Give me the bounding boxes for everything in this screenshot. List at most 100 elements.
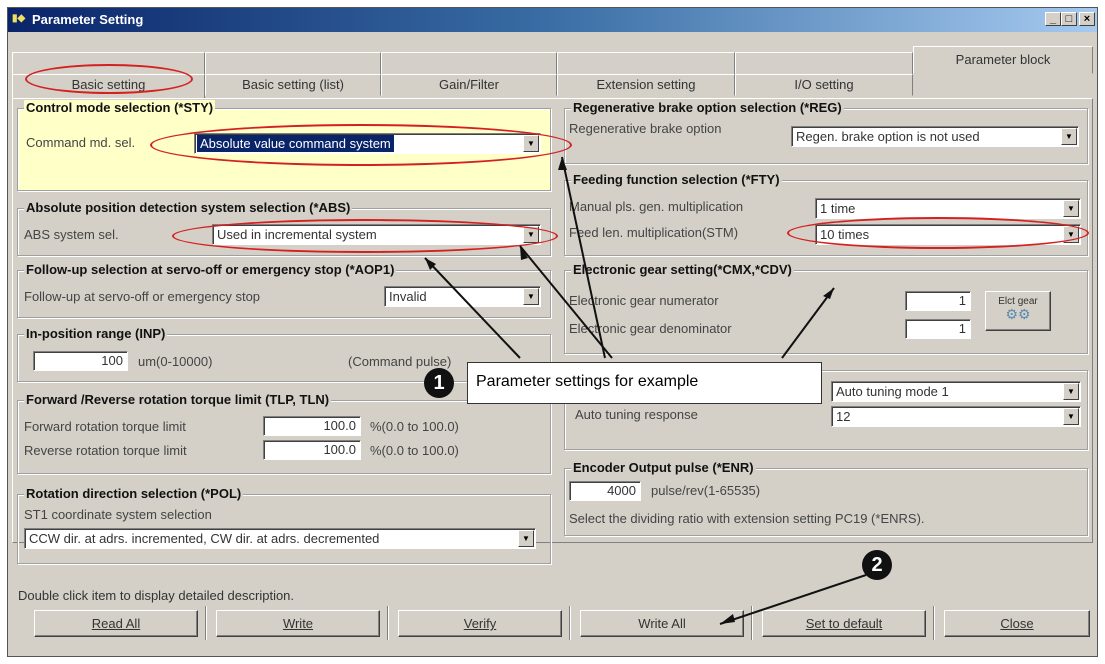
tab-parameter-block[interactable]: Parameter block	[913, 46, 1093, 74]
gear-numerator-input[interactable]: 1	[905, 291, 971, 311]
regen-value: Regen. brake option is not used	[796, 129, 980, 144]
electronic-gear-group: Electronic gear setting(*CMX,*CDV) Elect…	[564, 262, 1088, 354]
tab-io-setting[interactable]: I/O setting	[735, 74, 913, 96]
chevron-down-icon[interactable]: ▼	[523, 288, 539, 305]
gear-denominator-input[interactable]: 1	[905, 319, 971, 339]
feeding-function-group: Feeding function selection (*FTY) Manual…	[564, 172, 1088, 256]
followup-value: Invalid	[389, 289, 427, 304]
followup-label: Follow-up at servo-off or emergency stop	[24, 289, 261, 304]
set-to-default-button[interactable]: Set to default	[762, 610, 926, 637]
abs-label: ABS system sel.	[24, 227, 119, 242]
forward-torque-input[interactable]: 100.0	[263, 416, 361, 436]
group-title: Control mode selection (*STY)	[24, 100, 216, 115]
footer-separator	[933, 606, 935, 640]
verify-button[interactable]: Verify	[398, 610, 562, 637]
tab-basic-setting[interactable]: Basic setting	[12, 74, 205, 99]
auto-tuning-mode-select[interactable]: Auto tuning mode 1 ▼	[831, 381, 1081, 402]
minimize-button[interactable]: _	[1045, 12, 1061, 26]
gear-numerator-label: Electronic gear numerator	[569, 293, 719, 308]
reverse-torque-input[interactable]: 100.0	[263, 440, 361, 460]
rotation-label: ST1 coordinate system selection	[24, 507, 212, 522]
tab-extension-setting[interactable]: Extension setting	[557, 74, 735, 96]
command-mode-value: Absolute value command system	[197, 135, 394, 152]
group-title: Forward /Reverse rotation torque limit (…	[24, 392, 332, 407]
auto-tuning-mode-value: Auto tuning mode 1	[836, 384, 949, 399]
rotation-direction-group: Rotation direction selection (*POL) ST1 …	[17, 486, 551, 564]
group-title: In-position range (INP)	[24, 326, 168, 341]
read-all-button[interactable]: Read All	[34, 610, 198, 637]
marker-1: 1	[424, 368, 454, 398]
group-title: Feeding function selection (*FTY)	[571, 172, 782, 187]
chevron-down-icon[interactable]: ▼	[523, 226, 539, 243]
tab-basic-setting-list[interactable]: Basic setting (list)	[205, 74, 381, 96]
maximize-button[interactable]: □	[1061, 12, 1077, 26]
write-all-button[interactable]: Write All	[580, 610, 744, 637]
tab-row-upper-5[interactable]	[735, 52, 913, 76]
close-button[interactable]: Close	[944, 610, 1090, 637]
title-bar[interactable]: ▮◆ Parameter Setting _ □ ×	[8, 8, 1097, 32]
control-mode-group: Control mode selection (*STY) Command md…	[17, 100, 551, 191]
chevron-down-icon[interactable]: ▼	[1063, 408, 1079, 425]
reverse-torque-unit: %(0.0 to 100.0)	[370, 443, 459, 458]
command-mode-select[interactable]: Absolute value command system ▼	[194, 133, 541, 154]
footer-separator	[751, 606, 753, 640]
regen-select[interactable]: Regen. brake option is not used ▼	[791, 126, 1079, 147]
encoder-output-group: Encoder Output pulse (*ENR) 4000 pulse/r…	[564, 460, 1088, 536]
followup-select[interactable]: Invalid ▼	[384, 286, 541, 307]
chevron-down-icon[interactable]: ▼	[1063, 200, 1079, 217]
auto-tuning-response-select[interactable]: 12 ▼	[831, 406, 1081, 427]
chevron-down-icon[interactable]: ▼	[518, 530, 534, 547]
footer-separator	[569, 606, 571, 640]
inposition-unit: um(0-10000)	[138, 354, 213, 369]
tab-row-upper-1[interactable]	[12, 52, 205, 76]
group-title: Regenerative brake option selection (*RE…	[571, 100, 844, 115]
encoder-pulse-input[interactable]: 4000	[569, 481, 641, 501]
regen-brake-group: Regenerative brake option selection (*RE…	[564, 100, 1088, 164]
write-button[interactable]: Write	[216, 610, 380, 637]
manual-multiplication-select[interactable]: 1 time ▼	[815, 198, 1081, 219]
gear-icon: ⚙⚙	[1005, 306, 1031, 322]
footer-separator	[387, 606, 389, 640]
abs-select[interactable]: Used in incremental system ▼	[212, 224, 541, 245]
chevron-down-icon[interactable]: ▼	[523, 135, 539, 152]
app-icon: ▮◆	[12, 13, 26, 24]
feed-multiplication-label: Feed len. multiplication(STM)	[569, 225, 739, 240]
regen-label: Regenerative brake option	[569, 121, 722, 136]
tab-row-upper-4[interactable]	[557, 52, 735, 76]
footer-separator	[205, 606, 207, 640]
abs-value: Used in incremental system	[217, 227, 377, 242]
forward-torque-label: Forward rotation torque limit	[24, 419, 186, 434]
chevron-down-icon[interactable]: ▼	[1063, 383, 1079, 400]
group-title: Electronic gear setting(*CMX,*CDV)	[571, 262, 794, 277]
tab-gain-filter[interactable]: Gain/Filter	[381, 74, 557, 96]
feed-multiplication-value: 10 times	[820, 227, 870, 242]
inposition-input[interactable]: 100	[33, 351, 128, 371]
group-title: Encoder Output pulse (*ENR)	[571, 460, 756, 475]
chevron-down-icon[interactable]: ▼	[1061, 128, 1077, 145]
command-mode-label: Command md. sel.	[26, 135, 136, 150]
abs-group: Absolute position detection system selec…	[17, 200, 551, 256]
torque-limit-group: Forward /Reverse rotation torque limit (…	[17, 392, 551, 474]
close-window-button[interactable]: ×	[1079, 12, 1095, 26]
rotation-select[interactable]: CCW dir. at adrs. incremented, CW dir. a…	[24, 528, 536, 549]
chevron-down-icon[interactable]: ▼	[1063, 226, 1079, 243]
rotation-value: CCW dir. at adrs. incremented, CW dir. a…	[29, 531, 380, 546]
encoder-pulse-unit: pulse/rev(1-65535)	[651, 483, 761, 498]
marker-2: 2	[862, 550, 892, 580]
feed-multiplication-select[interactable]: 10 times ▼	[815, 224, 1081, 245]
footer-hint: Double click item to display detailed de…	[18, 588, 295, 603]
followup-group: Follow-up selection at servo-off or emer…	[17, 262, 551, 318]
tab-row-upper-3[interactable]	[381, 52, 557, 76]
gear-denominator-label: Electronic gear denominator	[569, 321, 732, 336]
window-title: Parameter Setting	[32, 12, 144, 27]
manual-multiplication-value: 1 time	[820, 201, 856, 216]
manual-multiplication-label: Manual pls. gen. multiplication	[569, 199, 744, 214]
inposition-note: (Command pulse)	[348, 354, 452, 369]
tab-row-upper-2[interactable]	[205, 52, 381, 76]
electronic-gear-button[interactable]: Elct gear ⚙⚙	[985, 291, 1051, 331]
group-title: Rotation direction selection (*POL)	[24, 486, 244, 501]
encoder-note: Select the dividing ratio with extension…	[569, 511, 925, 526]
forward-torque-unit: %(0.0 to 100.0)	[370, 419, 459, 434]
group-title: Absolute position detection system selec…	[24, 200, 353, 215]
auto-tuning-response-label: Auto tuning response	[575, 407, 698, 422]
